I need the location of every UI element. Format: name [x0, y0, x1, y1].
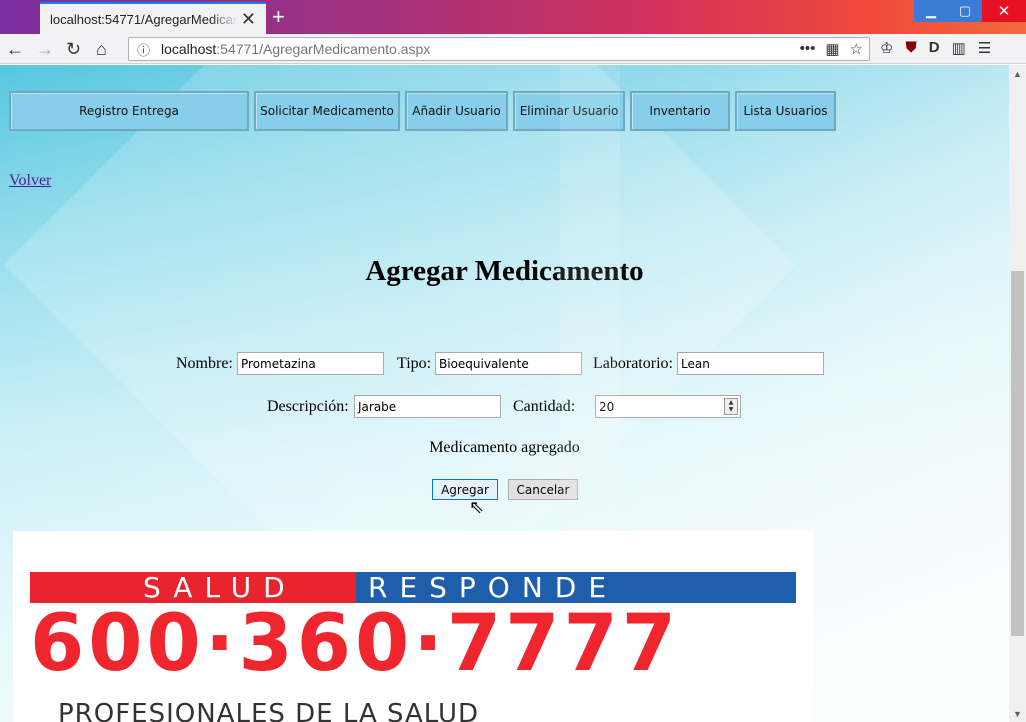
nombre-label: Nombre:: [176, 355, 233, 372]
close-window-icon[interactable]: ✕: [982, 0, 1026, 22]
menu-registro-entrega-button[interactable]: Registro Entrega: [9, 91, 249, 131]
menu-lista-usuarios-button[interactable]: Lista Usuarios: [735, 91, 836, 131]
menu-inventario-button[interactable]: Inventario: [630, 91, 730, 131]
extension-d-icon[interactable]: D: [929, 39, 940, 57]
close-tab-icon[interactable]: ✕: [241, 9, 256, 30]
page-viewport: Registro Entrega Solicitar Medicamento A…: [0, 65, 1009, 722]
ublock-icon[interactable]: ⛊: [905, 39, 916, 57]
back-icon[interactable]: ←: [6, 38, 24, 60]
laboratorio-label: Laboratorio:: [593, 355, 673, 372]
nombre-input[interactable]: Prometazina: [237, 352, 384, 375]
new-tab-icon[interactable]: +: [272, 4, 285, 30]
cantidad-stepper[interactable]: 20 ▲ ▼: [595, 395, 741, 418]
menu-anadir-usuario-button[interactable]: Añadir Usuario: [405, 91, 508, 131]
reload-icon[interactable]: ↻: [66, 38, 81, 60]
laboratorio-input[interactable]: Lean: [677, 352, 824, 375]
salud-responde-banner: SALUD RESPONDE 600·360·7777 PROFESIONALE…: [13, 531, 813, 722]
top-menu: Registro Entrega Solicitar Medicamento A…: [9, 91, 841, 131]
stepper-arrows-icon[interactable]: ▲ ▼: [724, 398, 738, 415]
window-controls: ▁ ▢ ✕: [914, 0, 1026, 22]
tipo-label: Tipo:: [397, 355, 432, 372]
url-text: localhost:54771/AgregarMedicamento.aspx: [161, 41, 430, 57]
browser-navbar: ← → ↻ ⌂ ⓘ localhost:54771/AgregarMedicam…: [0, 34, 1026, 64]
home-icon[interactable]: ⌂: [96, 38, 107, 60]
bookmark-star-icon[interactable]: ☆: [850, 40, 863, 58]
scroll-down-icon[interactable]: ▼: [1009, 705, 1026, 722]
cantidad-label: Cantidad:: [513, 398, 576, 415]
browser-tab[interactable]: localhost:54771/AgregarMedicamento.aspx …: [40, 2, 266, 34]
menu-eliminar-usuario-button[interactable]: Eliminar Usuario: [513, 91, 625, 131]
descripcion-label: Descripción:: [267, 398, 349, 415]
banner-subtitle: PROFESIONALES DE LA SALUD: [58, 699, 480, 722]
minimize-icon[interactable]: ▁: [914, 0, 948, 22]
url-path: :54771/AgregarMedicamento.aspx: [216, 41, 431, 57]
tipo-input[interactable]: Bioequivalente: [435, 352, 582, 375]
url-host: localhost: [161, 41, 217, 57]
banner-phone-number: 600·360·7777: [30, 599, 680, 689]
scroll-up-icon[interactable]: ▲: [1009, 65, 1026, 82]
cantidad-value: 20: [599, 400, 615, 414]
descripcion-input[interactable]: Jarabe: [354, 395, 501, 418]
url-bar[interactable]: ⓘ localhost:54771/AgregarMedicamento.asp…: [128, 37, 870, 61]
browser-titlebar: localhost:54771/AgregarMedicamento.aspx …: [0, 0, 1026, 34]
reader-view-icon[interactable]: ▥: [952, 39, 966, 57]
page-title: Agregar Medicamento: [365, 255, 644, 287]
vertical-scrollbar[interactable]: ▲ ▼: [1009, 65, 1026, 722]
qr-icon[interactable]: ▦: [825, 40, 839, 58]
forward-icon[interactable]: →: [36, 38, 54, 60]
status-message: Medicamento agregado: [429, 439, 580, 456]
tab-title: localhost:54771/AgregarMedicamento.aspx: [50, 11, 238, 27]
cancelar-button[interactable]: Cancelar: [508, 479, 578, 500]
agregar-button[interactable]: Agregar: [432, 479, 498, 500]
page-actions-icon[interactable]: •••: [800, 40, 816, 58]
mouse-cursor-icon: ⇖: [469, 497, 485, 517]
menu-hamburger-icon[interactable]: ☰: [978, 39, 991, 57]
info-icon[interactable]: ⓘ: [137, 40, 155, 59]
menu-solicitar-medicamento-button[interactable]: Solicitar Medicamento: [254, 91, 400, 131]
extension-icon[interactable]: ♔: [880, 39, 893, 57]
maximize-icon[interactable]: ▢: [948, 0, 982, 22]
scroll-thumb[interactable]: [1011, 271, 1024, 636]
volver-link[interactable]: Volver: [9, 172, 51, 190]
